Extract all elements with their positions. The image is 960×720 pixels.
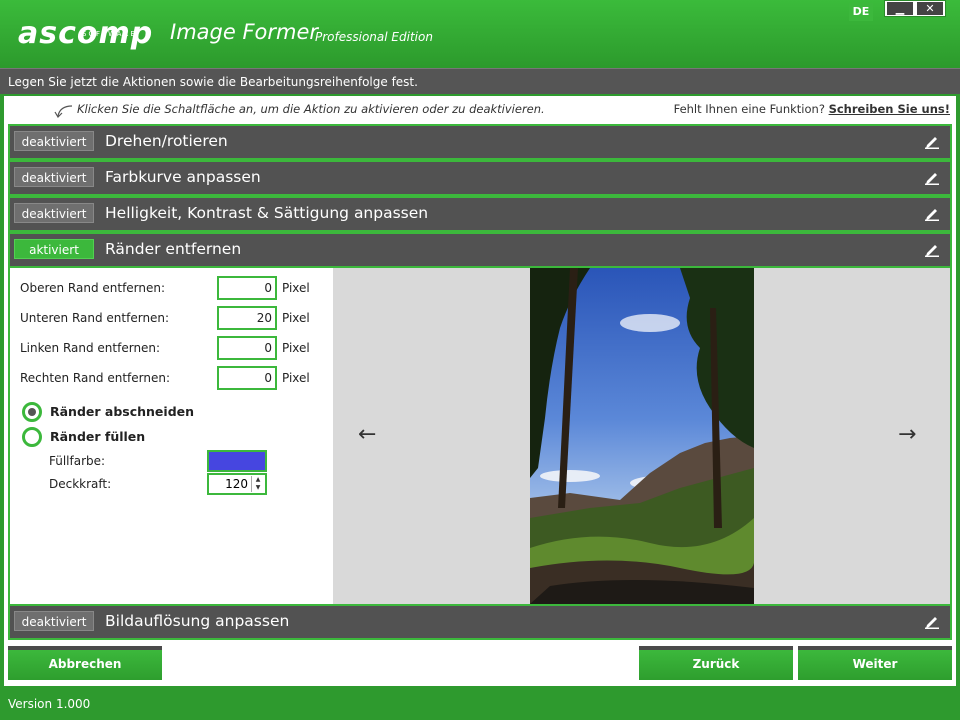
- top-border-field: Oberen Rand entfernen: 0 Pixel: [20, 276, 320, 300]
- action-title: Ränder entfernen: [105, 240, 242, 258]
- main-panel: Klicken Sie die Schaltfläche an, um die …: [4, 96, 956, 686]
- logo-subtext: SOFTWARE: [82, 30, 137, 38]
- curved-arrow-icon: [52, 104, 74, 124]
- unit-label: Pixel: [282, 281, 310, 295]
- toggle-button[interactable]: deaktiviert: [14, 611, 94, 631]
- radio-button[interactable]: [22, 427, 42, 447]
- minimize-icon: ▁: [887, 2, 913, 15]
- action-row-borders: aktiviert Ränder entfernen: [10, 234, 950, 266]
- right-border-input[interactable]: 0: [217, 366, 277, 390]
- radio-button[interactable]: [22, 402, 42, 422]
- previous-image-arrow[interactable]: ←: [358, 422, 376, 447]
- borders-settings-panel: Oberen Rand entfernen: 0 Pixel Unteren R…: [10, 268, 950, 604]
- next-button[interactable]: Weiter: [798, 646, 952, 680]
- bottom-border-input[interactable]: 20: [217, 306, 277, 330]
- pencil-icon[interactable]: [924, 205, 940, 221]
- left-border-input[interactable]: 0: [217, 336, 277, 360]
- pencil-icon[interactable]: [924, 613, 940, 629]
- fill-color-swatch[interactable]: [207, 450, 267, 472]
- contact-link[interactable]: Schreiben Sie uns!: [829, 102, 950, 116]
- missing-feature-question: Fehlt Ihnen eine Funktion?: [673, 102, 825, 116]
- left-border-field: Linken Rand entfernen: 0 Pixel: [20, 336, 320, 360]
- pencil-icon[interactable]: [924, 169, 940, 185]
- title-bar: ascomp SOFTWARE Image Former Professiona…: [0, 0, 960, 68]
- toggle-button[interactable]: deaktiviert: [14, 131, 94, 151]
- action-title: Farbkurve anpassen: [105, 168, 261, 186]
- opacity-spinner[interactable]: 120 ▲ ▼: [207, 473, 267, 495]
- unit-label: Pixel: [282, 341, 310, 355]
- field-label: Unteren Rand entfernen:: [20, 311, 170, 325]
- preview-photo: [530, 268, 754, 604]
- top-border-input[interactable]: 0: [217, 276, 277, 300]
- cancel-button[interactable]: Abbrechen: [8, 646, 162, 680]
- action-title: Drehen/rotieren: [105, 132, 228, 150]
- toggle-button[interactable]: deaktiviert: [14, 167, 94, 187]
- field-label: Linken Rand entfernen:: [20, 341, 161, 355]
- action-title: Bildauflösung anpassen: [105, 612, 290, 630]
- instruction-bar: Legen Sie jetzt die Aktionen sowie die B…: [0, 68, 960, 94]
- fill-color-label: Füllfarbe:: [49, 454, 106, 468]
- unit-label: Pixel: [282, 371, 310, 385]
- language-button[interactable]: DE: [849, 3, 873, 21]
- back-button[interactable]: Zurück: [639, 646, 793, 680]
- right-border-field: Rechten Rand entfernen: 0 Pixel: [20, 366, 320, 390]
- opacity-label: Deckkraft:: [49, 477, 112, 491]
- actions-list: deaktiviert Drehen/rotieren deaktiviert …: [8, 124, 952, 640]
- field-label: Oberen Rand entfernen:: [20, 281, 166, 295]
- image-preview-area: ← →: [333, 268, 950, 604]
- field-label: Rechten Rand entfernen:: [20, 371, 171, 385]
- action-row-color-curve: deaktiviert Farbkurve anpassen: [10, 162, 950, 194]
- action-row-brightness: deaktiviert Helligkeit, Kontrast & Sätti…: [10, 198, 950, 230]
- minimize-button[interactable]: ▁: [885, 1, 915, 16]
- unit-label: Pixel: [282, 311, 310, 325]
- app-title: Image Former: [170, 20, 319, 44]
- spinner-arrows[interactable]: ▲ ▼: [251, 476, 264, 492]
- bottom-border-field: Unteren Rand entfernen: 20 Pixel: [20, 306, 320, 330]
- next-image-arrow[interactable]: →: [898, 422, 916, 447]
- close-button[interactable]: ✕: [915, 1, 945, 16]
- action-title: Helligkeit, Kontrast & Sättigung anpasse…: [105, 204, 429, 222]
- opacity-value: 120: [225, 477, 248, 491]
- pencil-icon[interactable]: [924, 241, 940, 257]
- pencil-icon[interactable]: [924, 133, 940, 149]
- status-bar: Version 1.000: [0, 690, 960, 720]
- window-controls: ▁ ✕: [884, 0, 946, 17]
- action-row-rotate: deaktiviert Drehen/rotieren: [10, 126, 950, 158]
- missing-feature: Fehlt Ihnen eine Funktion? Schreiben Sie…: [674, 102, 950, 116]
- toggle-button[interactable]: deaktiviert: [14, 203, 94, 223]
- action-row-resolution: deaktiviert Bildauflösung anpassen: [10, 606, 950, 638]
- toggle-button[interactable]: aktiviert: [14, 239, 94, 259]
- edition-label: Professional Edition: [315, 30, 433, 44]
- radio-label: Ränder abschneiden: [50, 404, 195, 419]
- hint-text: Klicken Sie die Schaltfläche an, um die …: [77, 102, 545, 116]
- close-icon: ✕: [917, 2, 943, 15]
- radio-label: Ränder füllen: [50, 429, 146, 444]
